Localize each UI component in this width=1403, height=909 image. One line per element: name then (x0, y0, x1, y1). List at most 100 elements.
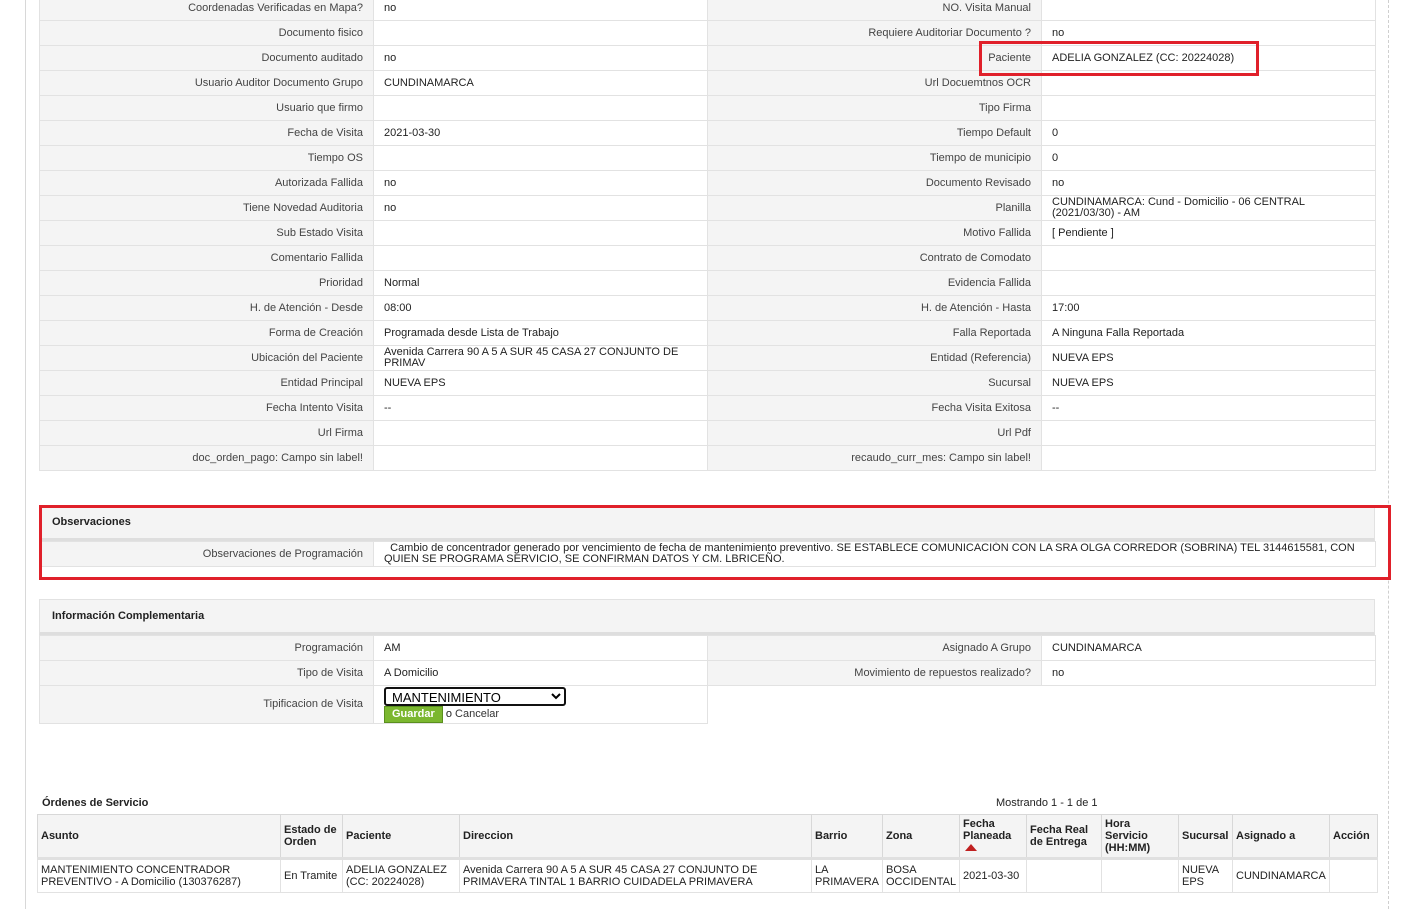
details-value-right (1041, 420, 1376, 446)
details-row: Usuario que firmo Tipo Firma (39, 95, 1376, 121)
details-label-left: H. de Atención - Desde (39, 295, 374, 321)
col-sucursal[interactable]: Sucursal (1178, 814, 1233, 860)
details-value-left (373, 445, 708, 471)
details-label-right: Documento Revisado (707, 170, 1042, 196)
order-fecha-planeada: 2021-03-30 (959, 858, 1027, 893)
details-value-left: 2021-03-30 (373, 120, 708, 146)
details-label-left: Usuario que firmo (39, 95, 374, 121)
details-value-left: 08:00 (373, 295, 708, 321)
or-text: o (445, 708, 452, 720)
details-label-left: Ubicación del Paciente (39, 345, 374, 371)
details-value-left (373, 420, 708, 446)
details-label-right: recaudo_curr_mes: Campo sin label! (707, 445, 1042, 471)
details-value-left: Normal (373, 270, 708, 296)
col-accion: Acción (1329, 814, 1378, 860)
details-value-left: no (373, 0, 708, 21)
details-value-left (373, 20, 708, 46)
col-asunto[interactable]: Asunto (37, 814, 281, 860)
programacion-value: AM (373, 635, 708, 661)
details-label-right: NO. Visita Manual (707, 0, 1042, 21)
orders-header-row: Asunto Estado de Orden Paciente Direccio… (37, 814, 1378, 860)
details-value-right: NUEVA EPS (1041, 370, 1376, 396)
order-fecha-real (1026, 858, 1102, 893)
details-value-left: NUEVA EPS (373, 370, 708, 396)
details-value-right: NUEVA EPS (1041, 345, 1376, 371)
col-fecha-real[interactable]: Fecha Real de Entrega (1026, 814, 1102, 860)
col-hora-servicio[interactable]: Hora Servicio (HH:MM) (1101, 814, 1179, 860)
order-hora (1101, 858, 1179, 893)
details-label-left: doc_orden_pago: Campo sin label! (39, 445, 374, 471)
details-row: Fecha de Visita 2021-03-30 Tiempo Default 0 (39, 120, 1376, 146)
details-row: Entidad Principal NUEVA EPS Sucursal NUEVA … (39, 370, 1376, 396)
details-label-right: Tiempo de municipio (707, 145, 1042, 171)
col-fecha-planeada[interactable]: Fecha Planeada (959, 814, 1027, 860)
col-barrio[interactable]: Barrio (811, 814, 883, 860)
order-asignado: CUNDINAMARCA (1232, 858, 1330, 893)
details-label-left: Forma de Creación (39, 320, 374, 346)
info-complementaria-title: Información Complementaria (52, 610, 205, 622)
details-value-right (1041, 245, 1376, 271)
details-label-right: Tiempo Default (707, 120, 1042, 146)
details-label-left: Tiene Novedad Auditoria (39, 195, 374, 221)
order-accion[interactable] (1329, 858, 1378, 893)
right-border (1388, 0, 1389, 909)
save-button[interactable]: Guardar (384, 706, 443, 723)
details-value-right: -- (1041, 395, 1376, 421)
observaciones-highlight-box (39, 505, 1391, 580)
col-direccion[interactable]: Direccion (459, 814, 812, 860)
details-label-right: Fecha Visita Exitosa (707, 395, 1042, 421)
details-label-right: Planilla (707, 195, 1042, 221)
details-value-left: CUNDINAMARCA (373, 70, 708, 96)
details-row: H. de Atención - Desde 08:00 H. de Atenció… (39, 295, 1376, 321)
details-row: Coordenadas Verificadas en Mapa? no NO. Vi… (39, 0, 1376, 21)
order-asunto[interactable]: MANTENIMIENTO CONCENTRADOR PREVENTIVO - … (37, 858, 281, 893)
asignado-grupo-label: Asignado A Grupo (707, 635, 1042, 661)
details-label-left: Fecha de Visita (39, 120, 374, 146)
tipificacion-select[interactable]: MANTENIMIENTO (384, 687, 566, 706)
details-label-right: Entidad (Referencia) (707, 345, 1042, 371)
details-label-right: Sucursal (707, 370, 1042, 396)
details-row: Autorizada Fallida no Documento Revisado no (39, 170, 1376, 196)
details-label-left: Url Firma (39, 420, 374, 446)
info-complementaria-header: Información Complementaria (39, 599, 1375, 635)
order-paciente: ADELIA GONZALEZ (CC: 20224028) (342, 858, 460, 893)
details-row: Tiene Novedad Auditoria no Planilla CUNDINA… (39, 195, 1376, 221)
details-row: Prioridad Normal Evidencia Fallida (39, 270, 1376, 296)
table-row[interactable]: MANTENIMIENTO CONCENTRADOR PREVENTIVO - … (37, 858, 1378, 893)
details-value-left: no (373, 45, 708, 71)
order-sucursal: NUEVA EPS (1178, 858, 1233, 893)
details-value-left: no (373, 195, 708, 221)
empty-cell (1041, 685, 1376, 724)
col-estado[interactable]: Estado de Orden (280, 814, 343, 860)
details-label-left: Tiempo OS (39, 145, 374, 171)
details-row: Forma de Creación Programada desde Lista … (39, 320, 1376, 346)
details-value-right (1041, 270, 1376, 296)
details-label-right: Tipo Firma (707, 95, 1042, 121)
tipificacion-label: Tipificacion de Visita (39, 685, 374, 724)
details-value-right (1041, 0, 1376, 21)
col-asignado[interactable]: Asignado a (1232, 814, 1330, 860)
details-value-right: 17:00 (1041, 295, 1376, 321)
details-value-right: [ Pendiente ] (1041, 220, 1376, 246)
col-paciente[interactable]: Paciente (342, 814, 460, 860)
tipificacion-cell: MANTENIMIENTO Guardar o Cancelar (373, 685, 708, 724)
cancel-link[interactable]: Cancelar (455, 708, 499, 720)
col-zona[interactable]: Zona (882, 814, 960, 860)
details-value-right (1041, 445, 1376, 471)
details-value-left (373, 145, 708, 171)
movimiento-repuestos-value: no (1041, 660, 1376, 686)
details-value-right: no (1041, 170, 1376, 196)
details-value-right: 0 (1041, 145, 1376, 171)
details-value-right (1041, 95, 1376, 121)
paciente-highlight-box (979, 41, 1259, 76)
details-value-left (373, 220, 708, 246)
details-value-right: A Ninguna Falla Reportada (1041, 320, 1376, 346)
orders-title: Órdenes de Servicio (42, 797, 149, 809)
orders-count: Mostrando 1 - 1 de 1 (996, 797, 1098, 809)
empty-cell (707, 685, 1042, 724)
order-zona: BOSA OCCIDENTAL (882, 858, 960, 893)
details-value-left: Programada desde Lista de Trabajo (373, 320, 708, 346)
details-label-left: Entidad Principal (39, 370, 374, 396)
details-label-right: Url Pdf (707, 420, 1042, 446)
details-label-left: Comentario Fallida (39, 245, 374, 271)
